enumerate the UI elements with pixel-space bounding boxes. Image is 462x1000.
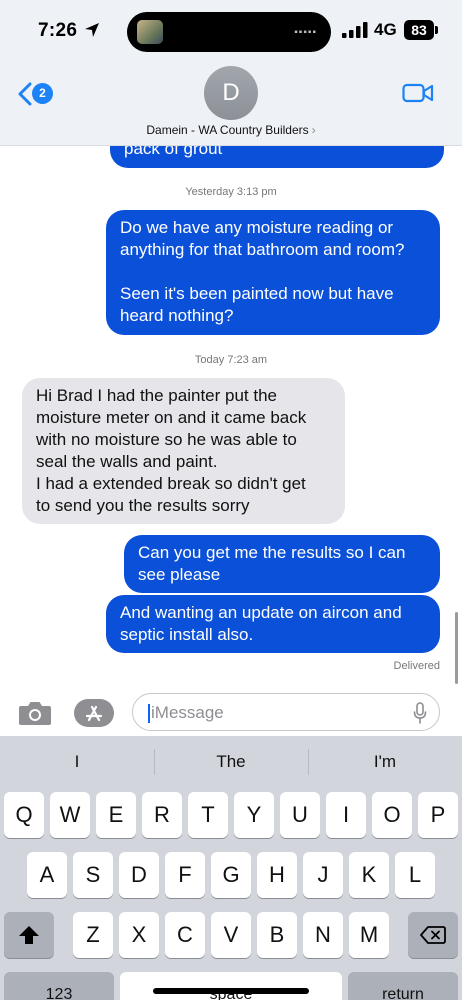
timestamp: Today 7:23 am [194,354,268,366]
return-key[interactable]: return [348,972,458,1000]
message-line: see please [138,565,221,584]
message-line: seal the walls and paint. [36,452,218,471]
microphone-icon[interactable] [413,702,427,724]
message-bubble-outgoing[interactable]: pack of grout [110,146,444,168]
key-h[interactable]: H [257,852,297,898]
keyboard: I The I'm Q W E R T Y U I O P A S D F G … [0,736,462,1000]
location-arrow-icon [85,23,99,37]
key-x[interactable]: X [119,912,159,958]
message-line: Can you get me the results so I can [138,543,406,562]
now-playing-thumbnail [137,20,163,44]
key-v[interactable]: V [211,912,251,958]
message-line: Hi Brad I had the painter put the [36,386,277,405]
audio-wave-icon: ▪▪▪▪▪ [294,27,317,38]
suggestion-1[interactable]: I [0,752,154,772]
suggestion-3[interactable]: I'm [308,752,462,772]
dynamic-island[interactable]: ▪▪▪▪▪ [127,12,331,52]
key-c[interactable]: C [165,912,205,958]
key-d[interactable]: D [119,852,159,898]
message-line: Do we have any moisture reading or [120,218,394,237]
message-line: moisture meter on and it came back [36,408,307,427]
message-input[interactable]: iMessage [132,693,440,731]
predictive-bar: I The I'm [0,736,462,788]
compose-bar: iMessage [0,690,462,736]
key-t[interactable]: T [188,792,228,838]
back-button[interactable]: 2 [16,80,56,108]
key-m[interactable]: M [349,912,389,958]
text-cursor [148,704,150,723]
key-s[interactable]: S [73,852,113,898]
app-store-icon [85,705,103,722]
cellular-signal-icon [342,22,368,38]
network-type: 4G [374,20,397,39]
space-key[interactable]: space [120,972,342,1000]
key-u[interactable]: U [280,792,320,838]
message-line: heard nothing? [120,306,234,325]
numbers-key[interactable]: 123 [4,972,114,1000]
suggestion-2[interactable]: The [154,752,308,772]
key-w[interactable]: W [50,792,90,838]
timestamp: Yesterday 3:13 pm [185,186,277,198]
key-e[interactable]: E [96,792,136,838]
message-line: I had a extended break so didn't get [36,474,306,493]
battery-level: 83 [411,22,427,38]
key-f[interactable]: F [165,852,205,898]
battery-tip [435,26,438,34]
key-q[interactable]: Q [4,792,44,838]
status-time: 7:26 [38,20,78,41]
delete-key[interactable] [408,912,458,958]
message-line: Seen it's been painted now but have [120,284,394,303]
key-z[interactable]: Z [73,912,113,958]
contact-name-button[interactable]: Damein - WA Country Builders › [0,123,462,137]
scrollbar[interactable] [455,612,458,684]
delivery-status: Delivered [393,660,440,672]
backspace-icon [420,926,446,944]
key-r[interactable]: R [142,792,182,838]
contact-name: Damein - WA Country Builders [146,123,309,137]
message-bubble-outgoing[interactable]: Do we have any moisture reading or anyth… [106,210,440,335]
battery-icon: 83 [404,20,434,40]
key-a[interactable]: A [27,852,67,898]
key-g[interactable]: G [211,852,251,898]
key-o[interactable]: O [372,792,412,838]
key-k[interactable]: K [349,852,389,898]
unread-badge: 2 [32,83,53,104]
chevron-right-icon: › [311,123,316,137]
message-bubble-incoming[interactable]: Hi Brad I had the painter put the moistu… [22,378,345,524]
key-y[interactable]: Y [234,792,274,838]
message-text: pack of grout [124,146,223,158]
key-l[interactable]: L [395,852,435,898]
key-p[interactable]: P [418,792,458,838]
message-line: septic install also. [120,625,254,644]
message-thread[interactable]: pack of grout Yesterday 3:13 pm Do we ha… [0,146,462,690]
status-bar: 7:26 ▪▪▪▪▪ 4G 83 [0,0,462,60]
message-line: anything for that bathroom and room? [120,240,405,259]
message-placeholder: iMessage [151,703,224,722]
facetime-video-icon[interactable] [402,82,434,104]
conversation-header: 2 D Damein - WA Country Builders › [0,60,462,146]
message-line: And wanting an update on aircon and [120,603,402,622]
contact-avatar[interactable]: D [204,66,258,120]
key-j[interactable]: J [303,852,343,898]
message-line: to send you the results sorry [36,496,250,515]
shift-icon [19,926,39,944]
key-n[interactable]: N [303,912,343,958]
message-bubble-outgoing[interactable]: Can you get me the results so I can see … [124,535,440,593]
message-bubble-outgoing[interactable]: And wanting an update on aircon and sept… [106,595,440,653]
camera-icon[interactable] [18,700,52,726]
key-b[interactable]: B [257,912,297,958]
shift-key[interactable] [4,912,54,958]
app-store-button[interactable] [74,699,114,727]
key-i[interactable]: I [326,792,366,838]
message-line: with no moisture so he was able to [36,430,297,449]
home-indicator[interactable] [153,988,309,994]
